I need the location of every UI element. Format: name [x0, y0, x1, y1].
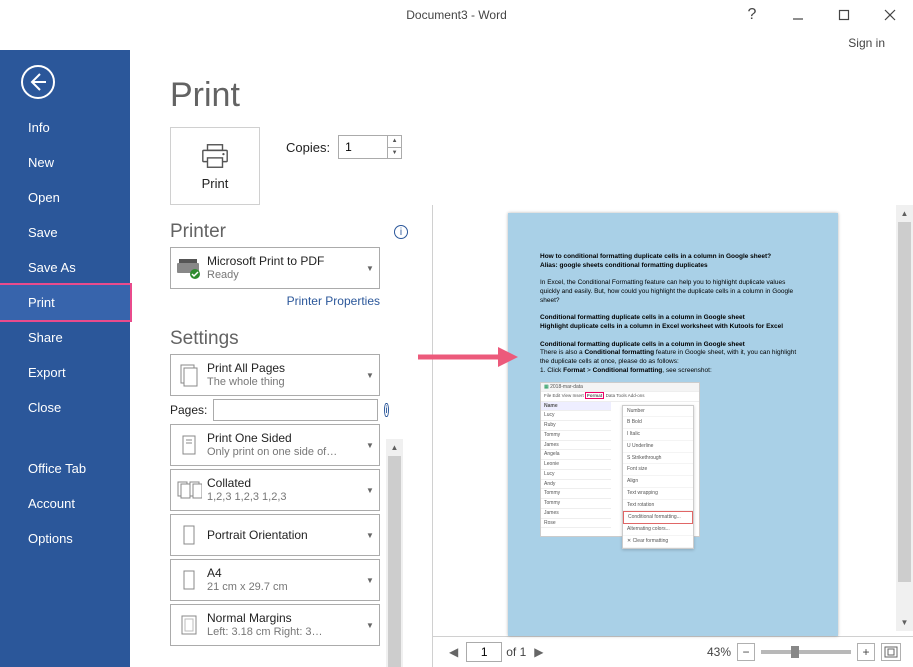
chevron-down-icon: ▼ [361, 264, 379, 273]
sidebar-item-print[interactable]: Print [0, 283, 132, 322]
page-number-input[interactable] [466, 642, 502, 662]
setting-paper-size[interactable]: A421 cm x 29.7 cm ▼ [170, 559, 380, 601]
chevron-down-icon: ▼ [361, 371, 379, 380]
prev-page-button[interactable]: ◀ [445, 645, 462, 659]
zoom-slider-handle[interactable] [791, 646, 799, 658]
copies-up[interactable]: ▲ [387, 136, 401, 148]
fit-to-page-button[interactable] [881, 643, 901, 661]
scroll-up[interactable]: ▲ [386, 439, 403, 456]
back-button[interactable] [18, 62, 58, 102]
printer-ready-icon [171, 256, 207, 280]
titlebar: Document3 - Word ? [0, 0, 913, 30]
page-heading: Print [170, 76, 913, 115]
margins-icon [171, 613, 207, 637]
scroll-thumb[interactable] [388, 456, 401, 667]
help-button[interactable]: ? [729, 0, 775, 30]
window-controls: ? [729, 0, 913, 30]
zoom-level: 43% [707, 645, 731, 659]
sidebar-item-new[interactable]: New [0, 145, 130, 180]
maximize-button[interactable] [821, 0, 867, 30]
setting-orientation[interactable]: Portrait Orientation ▼ [170, 514, 380, 556]
document-content: How to conditional formatting duplicate … [540, 253, 806, 537]
backstage-content: Print Print Copies: ▲▼ Printer i [130, 50, 913, 667]
printer-info-icon[interactable]: i [394, 225, 408, 239]
print-button-label: Print [202, 176, 229, 191]
sidebar-item-info[interactable]: Info [0, 110, 130, 145]
printer-status: Ready [207, 269, 361, 283]
page-size-icon [171, 568, 207, 592]
zoom-in-button[interactable]: + [857, 643, 875, 661]
chevron-down-icon: ▼ [361, 621, 379, 630]
sidebar-item-options[interactable]: Options [0, 521, 130, 556]
sidebar-item-open[interactable]: Open [0, 180, 130, 215]
settings-scrollbar[interactable]: ▲ ▼ [386, 439, 403, 667]
chevron-down-icon: ▼ [361, 531, 379, 540]
print-preview: ▲ ▼ How to conditional formatting duplic… [432, 205, 913, 667]
signin-link[interactable]: Sign in [848, 36, 885, 50]
window-title: Document3 - Word [406, 8, 506, 22]
pages-label: Pages: [170, 403, 207, 417]
printer-properties-link[interactable]: Printer Properties [287, 294, 380, 308]
chevron-down-icon: ▼ [361, 441, 379, 450]
preview-scrollbar[interactable]: ▲ ▼ [896, 205, 913, 631]
sidebar-item-officetab[interactable]: Office Tab [0, 451, 130, 486]
preview-footer: ◀ of 1 ▶ 43% − + [433, 636, 913, 667]
copies-label: Copies: [286, 140, 330, 155]
copies-down[interactable]: ▼ [387, 148, 401, 159]
preview-page: How to conditional formatting duplicate … [508, 213, 838, 636]
scroll-thumb[interactable] [898, 222, 911, 582]
page-total: of 1 [506, 645, 526, 659]
chevron-down-icon: ▼ [361, 486, 379, 495]
zoom-out-button[interactable]: − [737, 643, 755, 661]
sidebar-item-export[interactable]: Export [0, 355, 130, 390]
pages-input[interactable] [213, 399, 378, 421]
chevron-down-icon: ▼ [361, 576, 379, 585]
setting-margins[interactable]: Normal MarginsLeft: 3.18 cm Right: 3… ▼ [170, 604, 380, 646]
pages-info-icon[interactable]: i [384, 403, 388, 417]
print-action-button[interactable]: Print [170, 127, 260, 205]
portrait-icon [171, 523, 207, 547]
one-sided-icon [171, 433, 207, 457]
printer-icon [200, 142, 230, 170]
sidebar-item-save[interactable]: Save [0, 215, 130, 250]
collated-icon [171, 478, 207, 502]
close-button[interactable] [867, 0, 913, 30]
sidebar-item-share[interactable]: Share [0, 320, 130, 355]
setting-collation[interactable]: Collated1,2,3 1,2,3 1,2,3 ▼ [170, 469, 380, 511]
setting-print-range[interactable]: Print All PagesThe whole thing ▼ [170, 354, 380, 396]
printer-name: Microsoft Print to PDF [207, 254, 361, 269]
setting-sides[interactable]: Print One SidedOnly print on one side of… [170, 424, 380, 466]
sidebar-item-saveas[interactable]: Save As [0, 250, 130, 285]
sidebar-item-close[interactable]: Close [0, 390, 130, 425]
backstage-sidebar: Info New Open Save Save As Print Share E… [0, 50, 130, 667]
zoom-slider[interactable] [761, 650, 851, 654]
settings-heading: Settings [170, 328, 239, 350]
sidebar-item-account[interactable]: Account [0, 486, 130, 521]
next-page-button[interactable]: ▶ [530, 645, 547, 659]
printer-heading: Printer [170, 221, 226, 243]
scroll-down[interactable]: ▼ [896, 614, 913, 631]
pages-icon [171, 363, 207, 387]
minimize-button[interactable] [775, 0, 821, 30]
printer-dropdown[interactable]: Microsoft Print to PDF Ready ▼ [170, 247, 380, 289]
scroll-up[interactable]: ▲ [896, 205, 913, 222]
embedded-screenshot: ▦ 2018-mar-data File Edit View Insert Fo… [540, 382, 700, 537]
